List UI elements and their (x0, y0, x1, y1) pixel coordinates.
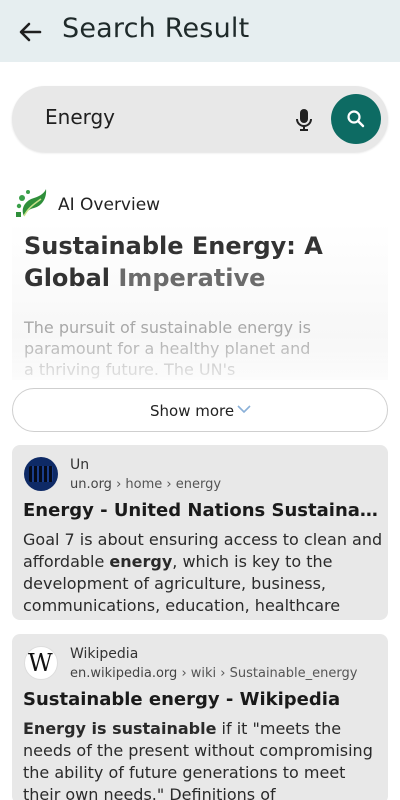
arrow-left-icon[interactable] (14, 16, 46, 48)
result-snippet: Goal 7 is about ensuring access to clean… (23, 529, 383, 617)
microphone-icon[interactable] (293, 108, 315, 132)
search-input[interactable]: Energy (45, 105, 115, 129)
search-result-un[interactable]: Un un.org › home › energy Energy - Unite… (12, 445, 388, 620)
result-title-link[interactable]: Energy - United Nations Sustainable Deve… (23, 500, 379, 521)
search-icon (347, 110, 365, 128)
result-site-name: Un (70, 457, 90, 473)
search-bar[interactable]: Energy (12, 86, 388, 152)
ai-overview-label: AI Overview (58, 195, 161, 215)
wikipedia-favicon-icon: W (24, 646, 58, 680)
ai-overview-icon (16, 189, 47, 217)
show-more-button[interactable]: Show more (12, 388, 388, 432)
app-bar: Search Result (0, 0, 400, 62)
snippet-highlight: energy (109, 552, 173, 571)
result-domain: un.org (70, 477, 112, 492)
chevron-down-icon (237, 405, 251, 414)
result-path: › home › energy (116, 477, 222, 492)
show-more-label: Show more (150, 402, 235, 420)
result-path: › wiki › Sustainable_energy (181, 666, 358, 681)
ai-overview-card: Sustainable Energy: A Global Imperative … (12, 222, 388, 380)
search-result-wikipedia[interactable]: W Wikipedia en.wikipedia.org › wiki › Su… (12, 634, 388, 800)
result-site-url: en.wikipedia.org › wiki › Sustainable_en… (70, 666, 357, 681)
un-favicon-icon (24, 457, 58, 491)
search-button[interactable] (331, 94, 381, 144)
snippet-highlight: Energy is sustainable (23, 719, 217, 738)
page-title: Search Result (62, 13, 250, 44)
ai-overview-fade (12, 334, 388, 380)
result-site-url: un.org › home › energy (70, 477, 221, 492)
result-domain: en.wikipedia.org (70, 666, 178, 681)
ai-overview-title-faded: Imperative (118, 264, 266, 292)
ai-overview-title: Sustainable Energy: A Global Imperative (24, 230, 384, 294)
result-site-name: Wikipedia (70, 646, 139, 662)
result-snippet: Energy is sustainable if it "meets the n… (23, 718, 383, 800)
result-title-link[interactable]: Sustainable energy - Wikipedia (23, 689, 379, 710)
